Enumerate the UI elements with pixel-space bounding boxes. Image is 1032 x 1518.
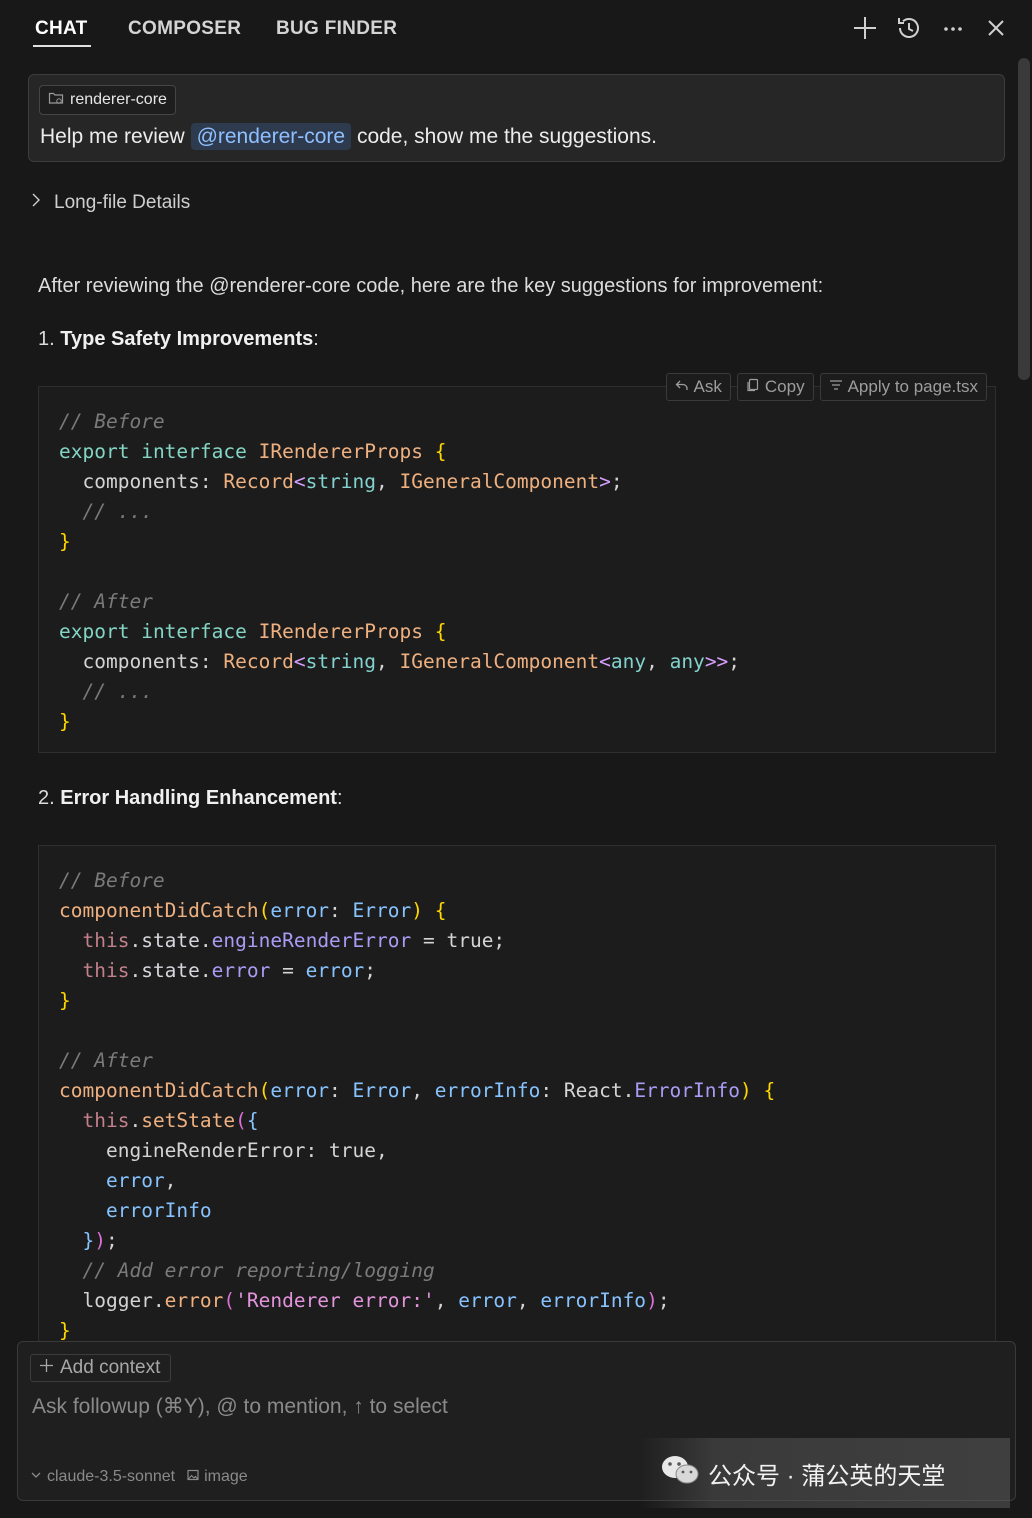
tab-bug-finder[interactable]: BUG FINDER (276, 18, 397, 40)
copy-button[interactable]: Copy (736, 373, 814, 401)
history-icon[interactable] (895, 14, 923, 42)
add-context-button[interactable]: Add context (30, 1354, 172, 1382)
folder-file-icon (48, 90, 64, 111)
plus-icon[interactable] (851, 14, 879, 42)
scrollbar-thumb[interactable] (1018, 58, 1030, 380)
query-text-before: Help me review (40, 125, 185, 148)
code-toolbar: Ask Copy Apply to page.tsx (665, 373, 987, 401)
followup-input[interactable] (30, 1394, 974, 1420)
chevron-down-icon (30, 1468, 42, 1486)
apply-lines-icon (829, 377, 843, 397)
section-heading-1: 1. Type Safety Improvements: (38, 328, 319, 350)
chat-scrollbar[interactable] (1018, 58, 1032, 1348)
details-label: Long-file Details (54, 192, 191, 213)
query-text: Help me review @renderer-core code, show… (40, 123, 657, 150)
query-text-after: code, show me the suggestions. (356, 125, 657, 148)
copy-icon (746, 377, 760, 397)
apply-button[interactable]: Apply to page.tsx (819, 373, 987, 401)
active-tab-indicator (33, 45, 91, 47)
code-block-error-handling: // Before componentDidCatch(error: Error… (38, 845, 996, 1365)
code-block-type-safety: Ask Copy Apply to page.tsx // Before exp… (38, 373, 996, 753)
tab-bar: CHAT COMPOSER BUG FINDER (0, 0, 1032, 58)
context-chip-label: renderer-core (70, 91, 167, 108)
image-attach-button[interactable]: image (187, 1468, 248, 1486)
context-chip[interactable]: renderer-core (39, 85, 176, 115)
code-text-error-handling: // Before componentDidCatch(error: Error… (59, 869, 776, 1342)
section-heading-2: 2. Error Handling Enhancement: (38, 787, 343, 809)
ask-button[interactable]: Ask (665, 373, 731, 401)
close-icon[interactable] (982, 14, 1010, 42)
watermark: 公众号 · 蒲公英的天堂 (640, 1438, 1010, 1508)
plus-small-icon (39, 1357, 54, 1379)
wechat-icon (660, 1453, 700, 1494)
more-icon[interactable] (939, 14, 967, 42)
model-selector[interactable]: claude-3.5-sonnet (30, 1468, 175, 1486)
composer-footer: claude-3.5-sonnet image (30, 1468, 248, 1486)
code-text-type-safety: // Before export interface IRendererProp… (59, 410, 741, 733)
user-query-bubble[interactable]: renderer-core Help me review @renderer-c… (28, 74, 1005, 162)
chevron-right-icon (28, 192, 44, 214)
watermark-text: 公众号 · 蒲公英的天堂 (708, 1462, 946, 1490)
reply-arrow-icon (675, 377, 689, 397)
image-icon (187, 1468, 199, 1486)
tab-chat[interactable]: CHAT (35, 18, 88, 40)
mention-tag[interactable]: @renderer-core (190, 123, 352, 150)
tab-composer[interactable]: COMPOSER (128, 18, 241, 40)
response-intro: After reviewing the @renderer-core code,… (38, 275, 824, 297)
long-file-details-toggle[interactable]: Long-file Details (28, 192, 190, 214)
